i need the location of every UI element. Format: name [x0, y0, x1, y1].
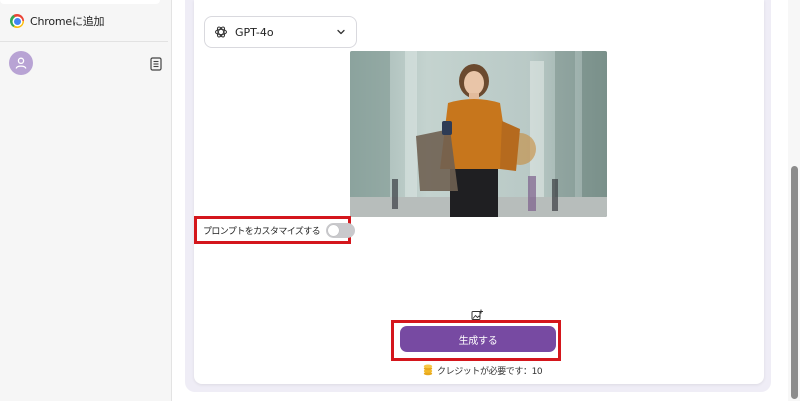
credit-requirement: クレジットが必要です：10	[423, 363, 543, 377]
custom-prompt-label: プロンプトをカスタマイズする	[203, 226, 321, 237]
notes-icon[interactable]	[150, 57, 162, 71]
sidebar-divider	[0, 41, 168, 42]
chrome-logo-icon	[10, 14, 24, 28]
user-icon	[15, 57, 27, 69]
openai-icon	[215, 26, 227, 38]
coins-icon	[423, 364, 433, 376]
custom-prompt-toggle[interactable]	[326, 222, 356, 238]
app-window: Chromeに追加 GPT-4o プロンプトをカスタマイズする 生成する クレジ…	[0, 0, 800, 401]
generate-button[interactable]: 生成する	[400, 326, 556, 352]
credit-text: クレジットが必要です：10	[437, 366, 543, 377]
model-select-value: GPT-4o	[235, 25, 274, 39]
sidebar: Chromeに追加	[0, 0, 172, 401]
custom-prompt-row: プロンプトをカスタマイズする	[203, 222, 356, 238]
add-to-chrome-label: Chromeに追加	[30, 15, 105, 28]
model-select[interactable]: GPT-4o	[204, 16, 357, 48]
chevron-down-icon	[337, 29, 345, 35]
scrollbar-thumb[interactable]	[791, 166, 798, 399]
sidebar-top-edge	[0, 0, 160, 4]
avatar[interactable]	[9, 51, 33, 75]
add-to-chrome-link[interactable]: Chromeに追加	[10, 12, 105, 30]
toggle-knob	[328, 224, 340, 236]
preview-image	[350, 51, 607, 217]
